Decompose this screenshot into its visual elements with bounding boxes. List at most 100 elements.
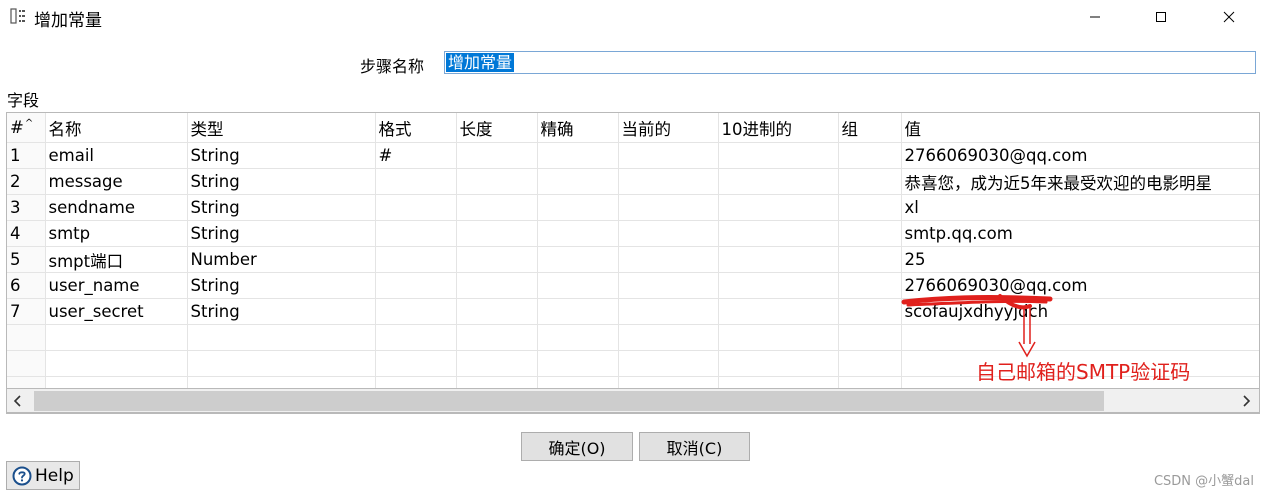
cell-num[interactable]: 2 — [7, 168, 46, 195]
cell-num[interactable]: 5 — [7, 246, 46, 273]
cell-value[interactable]: 2766069030@qq.com — [901, 142, 1259, 169]
cell-format[interactable] — [375, 246, 457, 273]
cell-currency[interactable] — [618, 272, 719, 299]
cell-currency[interactable] — [618, 298, 719, 325]
cell-decimal[interactable] — [718, 298, 839, 325]
cell-name[interactable]: smpt端口 — [45, 246, 188, 273]
cell-name[interactable]: smtp — [45, 220, 188, 247]
cell-decimal[interactable] — [718, 272, 839, 299]
table-row[interactable]: 3 sendname String xl — [7, 194, 1259, 221]
cell-empty[interactable] — [901, 324, 1259, 351]
cell-precision[interactable] — [537, 272, 619, 299]
column-header-4[interactable]: 长度 — [456, 113, 538, 143]
cell-num[interactable]: 6 — [7, 272, 46, 299]
cell-empty[interactable] — [456, 350, 538, 377]
cell-empty[interactable] — [537, 324, 619, 351]
cell-name[interactable]: user_secret — [45, 298, 188, 325]
cell-empty[interactable] — [45, 324, 188, 351]
cell-num[interactable]: 4 — [7, 220, 46, 247]
cell-length[interactable] — [456, 142, 538, 169]
cell-empty[interactable] — [45, 350, 188, 377]
cell-value[interactable]: smtp.qq.com — [901, 220, 1259, 247]
cell-group[interactable] — [838, 246, 902, 273]
cell-group[interactable] — [838, 220, 902, 247]
cell-precision[interactable] — [537, 220, 619, 247]
cell-group[interactable] — [838, 194, 902, 221]
cell-currency[interactable] — [618, 142, 719, 169]
cell-value[interactable]: xl — [901, 194, 1259, 221]
cell-empty[interactable] — [375, 350, 457, 377]
cell-length[interactable] — [456, 168, 538, 195]
cancel-button[interactable]: 取消(C) — [639, 432, 750, 461]
cell-empty[interactable] — [7, 324, 46, 351]
cell-precision[interactable] — [537, 246, 619, 273]
close-button[interactable] — [1206, 0, 1252, 34]
cell-num[interactable]: 3 — [7, 194, 46, 221]
column-header-8[interactable]: 组 — [838, 113, 902, 143]
cell-empty[interactable] — [838, 324, 902, 351]
cell-length[interactable] — [456, 194, 538, 221]
cell-empty[interactable] — [718, 324, 839, 351]
cell-currency[interactable] — [618, 246, 719, 273]
cell-currency[interactable] — [618, 220, 719, 247]
cell-precision[interactable] — [537, 194, 619, 221]
table-row[interactable]: 7 user_secret String scofaujxdhyyjdch — [7, 298, 1259, 325]
column-header-1[interactable]: 名称 — [45, 113, 188, 143]
cell-format[interactable]: # — [375, 142, 457, 169]
cell-precision[interactable] — [537, 168, 619, 195]
column-header-6[interactable]: 当前的 — [618, 113, 719, 143]
column-header-9[interactable]: 值 — [901, 113, 1259, 143]
horizontal-scrollbar[interactable] — [6, 388, 1260, 413]
cell-format[interactable] — [375, 220, 457, 247]
cell-num[interactable]: 7 — [7, 298, 46, 325]
table-row[interactable]: 6 user_name String 2766069030@qq.com — [7, 272, 1259, 299]
cell-type[interactable]: String — [187, 168, 376, 195]
cell-precision[interactable] — [537, 298, 619, 325]
cell-empty[interactable] — [618, 350, 719, 377]
cell-empty[interactable] — [187, 350, 376, 377]
cell-currency[interactable] — [618, 168, 719, 195]
cell-type[interactable]: String — [187, 142, 376, 169]
scrollbar-thumb[interactable] — [34, 391, 1104, 411]
table-row[interactable]: 4 smtp String smtp.qq.com — [7, 220, 1259, 247]
help-button[interactable]: Help — [6, 461, 80, 490]
cell-empty[interactable] — [187, 324, 376, 351]
ok-button[interactable]: 确定(O) — [521, 432, 633, 461]
cell-name[interactable]: user_name — [45, 272, 188, 299]
cell-value[interactable]: 2766069030@qq.com — [901, 272, 1259, 299]
cell-empty[interactable] — [618, 324, 719, 351]
scroll-right-icon[interactable] — [1239, 394, 1253, 408]
cell-decimal[interactable] — [718, 168, 839, 195]
cell-type[interactable]: Number — [187, 246, 376, 273]
cell-value[interactable]: 25 — [901, 246, 1259, 273]
cell-precision[interactable] — [537, 142, 619, 169]
cell-empty[interactable] — [718, 350, 839, 377]
cell-format[interactable] — [375, 298, 457, 325]
column-header-3[interactable]: 格式 — [375, 113, 457, 143]
cell-format[interactable] — [375, 168, 457, 195]
cell-empty[interactable] — [456, 324, 538, 351]
cell-type[interactable]: String — [187, 298, 376, 325]
scroll-left-icon[interactable] — [11, 394, 25, 408]
cell-empty[interactable] — [838, 350, 902, 377]
cell-length[interactable] — [456, 220, 538, 247]
table-row[interactable]: 2 message String 恭喜您，成为近5年来最受欢迎的电影明星 — [7, 168, 1259, 195]
cell-decimal[interactable] — [718, 220, 839, 247]
cell-length[interactable] — [456, 298, 538, 325]
minimize-button[interactable] — [1072, 0, 1118, 34]
cell-name[interactable]: sendname — [45, 194, 188, 221]
cell-decimal[interactable] — [718, 194, 839, 221]
cell-decimal[interactable] — [718, 246, 839, 273]
column-header-5[interactable]: 精确 — [537, 113, 619, 143]
column-header-2[interactable]: 类型 — [187, 113, 376, 143]
column-header-7[interactable]: 10进制的 — [718, 113, 839, 143]
cell-group[interactable] — [838, 272, 902, 299]
cell-empty[interactable] — [537, 350, 619, 377]
empty-row[interactable] — [7, 324, 1259, 351]
cell-format[interactable] — [375, 272, 457, 299]
cell-length[interactable] — [456, 272, 538, 299]
cell-type[interactable]: String — [187, 194, 376, 221]
cell-empty[interactable] — [375, 324, 457, 351]
cell-empty[interactable] — [7, 350, 46, 377]
cell-group[interactable] — [838, 168, 902, 195]
